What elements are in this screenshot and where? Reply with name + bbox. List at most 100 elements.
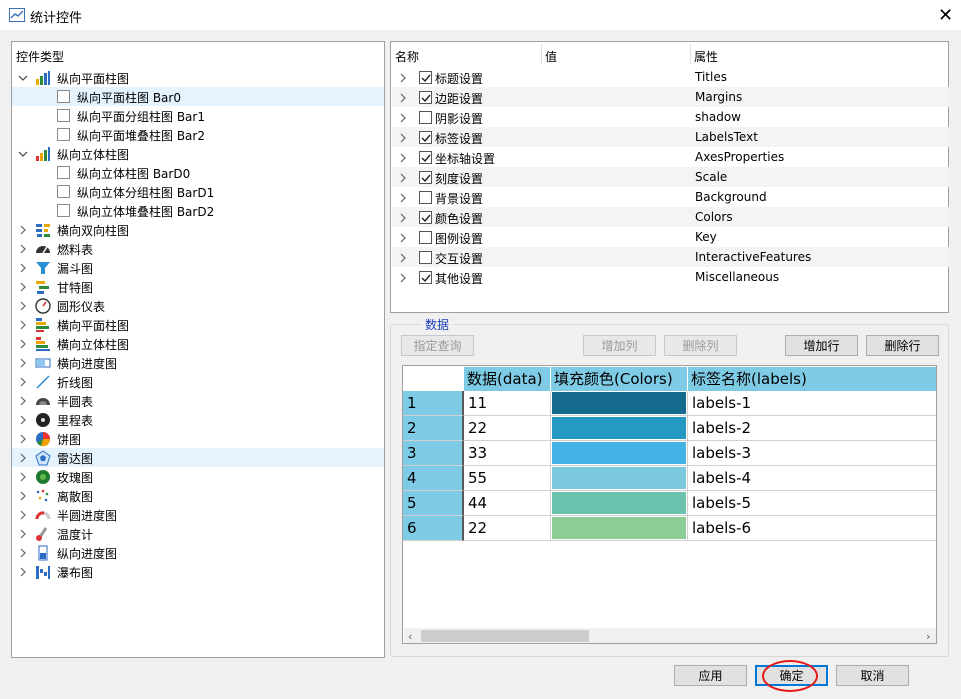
tree-category[interactable]: 饼图 (12, 429, 384, 448)
chevron-right-icon[interactable] (18, 243, 28, 254)
property-checkbox[interactable] (419, 211, 432, 224)
tree-category[interactable]: 纵向平面柱图 (12, 68, 384, 87)
scrollbar-thumb[interactable] (421, 630, 589, 642)
tree-category[interactable]: 温度计 (12, 524, 384, 543)
data-cell[interactable]: 22 (464, 416, 551, 441)
table-row[interactable]: 1 11 labels-1 (403, 391, 936, 416)
close-button[interactable]: ✕ (930, 0, 961, 30)
chevron-right-icon[interactable] (398, 92, 408, 103)
chevron-right-icon[interactable] (18, 376, 28, 387)
tree-item-checkbox[interactable] (57, 109, 70, 122)
tree-category[interactable]: 折线图 (12, 372, 384, 391)
tree-item[interactable]: 纵向平面柱图 Bar0 (12, 87, 384, 106)
tree-category[interactable]: 玫瑰图 (12, 467, 384, 486)
color-cell[interactable] (551, 491, 688, 516)
tree-category[interactable]: 圆形仪表 (12, 296, 384, 315)
label-cell[interactable]: labels-2 (688, 416, 936, 441)
tree-category[interactable]: 瀑布图 (12, 562, 384, 581)
tree-category[interactable]: 横向平面柱图 (12, 315, 384, 334)
data-grid[interactable]: 数据(data) 填充颜色(Colors) 标签名称(labels) 1 11 la… (402, 365, 937, 644)
tree-item[interactable]: 纵向立体柱图 BarD0 (12, 163, 384, 182)
tree-category[interactable]: 离散图 (12, 486, 384, 505)
chevron-right-icon[interactable] (398, 152, 408, 163)
property-row[interactable]: 刻度设置 Scale (392, 167, 949, 187)
chevron-right-icon[interactable] (398, 252, 408, 263)
chevron-right-icon[interactable] (398, 112, 408, 123)
column-header-attr[interactable]: 属性 (694, 48, 718, 65)
property-row[interactable]: 背景设置 Background (392, 187, 949, 207)
table-row[interactable]: 3 33 labels-3 (403, 441, 936, 466)
chevron-right-icon[interactable] (18, 319, 28, 330)
add-row-button[interactable]: 增加行 (785, 335, 858, 356)
tree-item-checkbox[interactable] (57, 204, 70, 217)
data-cell[interactable]: 44 (464, 491, 551, 516)
tree-item-checkbox[interactable] (57, 185, 70, 198)
color-cell[interactable] (551, 516, 688, 541)
row-header[interactable]: 1 (403, 391, 464, 416)
scroll-right-icon[interactable]: › (926, 630, 930, 643)
chevron-right-icon[interactable] (18, 471, 28, 482)
property-checkbox[interactable] (419, 71, 432, 84)
property-grid[interactable]: 名称 值 属性 标题设置 Titles 边距设置 Margins 阴影设置 shadow 标… (390, 41, 949, 313)
apply-button[interactable]: 应用 (674, 665, 747, 686)
property-row[interactable]: 阴影设置 shadow (392, 107, 949, 127)
property-checkbox[interactable] (419, 111, 432, 124)
data-cell[interactable]: 33 (464, 441, 551, 466)
label-cell[interactable]: labels-3 (688, 441, 936, 466)
tree-category[interactable]: 横向立体柱图 (12, 334, 384, 353)
control-type-tree[interactable]: 控件类型 纵向平面柱图 纵向平面柱图 Bar0 纵向平面分组柱图 Bar1 纵向平面堆… (11, 41, 385, 658)
tree-item[interactable]: 纵向立体堆叠柱图 BarD2 (12, 201, 384, 220)
property-checkbox[interactable] (419, 151, 432, 164)
label-cell[interactable]: labels-1 (688, 391, 936, 416)
chevron-right-icon[interactable] (18, 433, 28, 444)
row-header[interactable]: 4 (403, 466, 464, 491)
color-cell[interactable] (551, 391, 688, 416)
property-checkbox[interactable] (419, 251, 432, 264)
column-divider[interactable] (541, 44, 542, 64)
grid-header-data[interactable]: 数据(data) (464, 367, 551, 391)
chevron-right-icon[interactable] (18, 357, 28, 368)
label-cell[interactable]: labels-4 (688, 466, 936, 491)
chevron-right-icon[interactable] (18, 338, 28, 349)
data-cell[interactable]: 55 (464, 466, 551, 491)
tree-category[interactable]: 漏斗图 (12, 258, 384, 277)
chevron-down-icon[interactable] (18, 148, 28, 158)
tree-category[interactable]: 里程表 (12, 410, 384, 429)
tree-category[interactable]: 横向进度图 (12, 353, 384, 372)
chevron-right-icon[interactable] (398, 272, 408, 283)
tree-category[interactable]: 雷达图 (12, 448, 384, 467)
property-row[interactable]: 坐标轴设置 AxesProperties (392, 147, 949, 167)
property-checkbox[interactable] (419, 131, 432, 144)
row-header[interactable]: 3 (403, 441, 464, 466)
property-checkbox[interactable] (419, 231, 432, 244)
data-cell[interactable]: 22 (464, 516, 551, 541)
tree-item[interactable]: 纵向平面分组柱图 Bar1 (12, 106, 384, 125)
color-cell[interactable] (551, 416, 688, 441)
cancel-button[interactable]: 取消 (836, 665, 909, 686)
table-row[interactable]: 2 22 labels-2 (403, 416, 936, 441)
property-checkbox[interactable] (419, 191, 432, 204)
chevron-down-icon[interactable] (18, 72, 28, 82)
color-cell[interactable] (551, 441, 688, 466)
tree-category[interactable]: 甘特图 (12, 277, 384, 296)
row-header[interactable]: 2 (403, 416, 464, 441)
tree-category[interactable]: 纵向进度图 (12, 543, 384, 562)
tree-item[interactable]: 纵向平面堆叠柱图 Bar2 (12, 125, 384, 144)
chevron-right-icon[interactable] (18, 414, 28, 425)
chevron-right-icon[interactable] (398, 212, 408, 223)
property-row[interactable]: 标题设置 Titles (392, 67, 949, 87)
table-row[interactable]: 5 44 labels-5 (403, 491, 936, 516)
query-button[interactable]: 指定查询 (401, 335, 474, 356)
chevron-right-icon[interactable] (18, 528, 28, 539)
tree-item-checkbox[interactable] (57, 128, 70, 141)
property-checkbox[interactable] (419, 91, 432, 104)
property-checkbox[interactable] (419, 171, 432, 184)
table-row[interactable]: 4 55 labels-4 (403, 466, 936, 491)
property-checkbox[interactable] (419, 271, 432, 284)
chevron-right-icon[interactable] (18, 547, 28, 558)
chevron-right-icon[interactable] (18, 224, 28, 235)
chevron-right-icon[interactable] (18, 300, 28, 311)
row-header[interactable]: 5 (403, 491, 464, 516)
label-cell[interactable]: labels-5 (688, 491, 936, 516)
chevron-right-icon[interactable] (18, 281, 28, 292)
